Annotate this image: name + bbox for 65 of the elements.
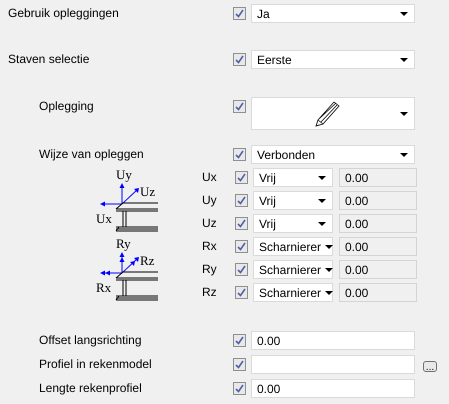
beam-drawing	[116, 272, 158, 300]
dropdown[interactable]: Scharnierer	[253, 283, 333, 302]
property-label: Lengte rekenprofiel	[38, 380, 143, 397]
axis-label: Ux	[96, 211, 112, 226]
value-field[interactable]: 0.00	[339, 260, 417, 279]
checkbox[interactable]	[235, 194, 248, 207]
checkbox[interactable]	[235, 171, 248, 184]
dof-label: Rx	[202, 238, 218, 255]
value-field[interactable]: 0.00	[339, 237, 417, 256]
browse-button[interactable]: ...	[423, 361, 437, 372]
value-field[interactable]: 0.00	[339, 168, 417, 187]
checkbox[interactable]	[233, 100, 246, 113]
caret-icon	[318, 198, 326, 202]
property-label: Profiel in rekenmodel	[38, 356, 153, 373]
checkbox[interactable]	[235, 240, 248, 253]
input-field[interactable]	[251, 355, 415, 374]
value-field[interactable]: 0.00	[339, 283, 417, 302]
checkbox[interactable]	[233, 334, 246, 347]
input-field[interactable]: 0.00	[251, 379, 415, 398]
caret-icon	[325, 290, 334, 294]
checkbox[interactable]	[235, 263, 248, 276]
property-label: Gebruik opleggingen	[7, 5, 120, 22]
dropdown[interactable]: Ja	[251, 4, 415, 23]
checkbox[interactable]	[235, 286, 248, 299]
dof-label: Uz	[202, 215, 218, 232]
checkbox[interactable]	[233, 382, 246, 395]
axis-label: Uy	[116, 168, 132, 182]
dropdown[interactable]: Vrij	[253, 191, 333, 210]
caret-icon	[318, 222, 326, 226]
caret-icon	[325, 268, 334, 272]
checkbox[interactable]	[233, 148, 246, 161]
property-label: Oplegging	[38, 98, 95, 115]
caret-icon	[325, 244, 334, 248]
input-field[interactable]: 0.00	[251, 331, 415, 350]
axis-label: Uz	[140, 184, 156, 199]
pencil-icon	[314, 100, 340, 128]
dropdown[interactable]: Verbonden	[251, 145, 415, 164]
checkbox[interactable]	[233, 53, 246, 66]
value-field[interactable]: 0.00	[339, 191, 417, 210]
dof-label: Uy	[202, 192, 218, 209]
value-field[interactable]: 0.00	[339, 214, 417, 233]
axis-label: Ry	[116, 237, 131, 251]
dropdown[interactable]: Scharnierer	[253, 260, 333, 279]
caret-icon	[400, 58, 408, 62]
beam-drawing	[116, 202, 158, 232]
axis-label: Rz	[140, 253, 154, 268]
dropdown[interactable]: Vrij	[253, 168, 333, 187]
caret-icon	[400, 152, 408, 156]
dof-label: Ux	[202, 169, 218, 186]
caret-icon	[400, 12, 408, 16]
checkbox[interactable]	[233, 7, 246, 20]
property-label: Wijze van opleggen	[38, 146, 145, 163]
dropdown[interactable]: Vrij	[253, 214, 333, 233]
dropdown[interactable]	[251, 97, 415, 130]
caret-icon	[318, 176, 326, 180]
dropdown[interactable]: Scharnierer	[253, 237, 333, 256]
caret-icon	[400, 112, 408, 116]
checkbox[interactable]	[233, 358, 246, 371]
dropdown[interactable]: Eerste	[251, 50, 415, 69]
property-label: Offset langsrichting	[38, 332, 142, 349]
checkbox[interactable]	[235, 217, 248, 230]
dof-label: Ry	[202, 261, 218, 278]
property-label: Staven selectie	[7, 51, 90, 68]
dof-label: Rz	[202, 284, 218, 301]
axis-label: Rx	[96, 280, 112, 295]
